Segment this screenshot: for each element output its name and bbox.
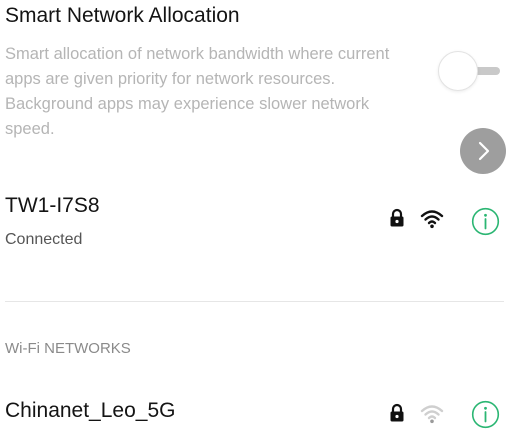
smart-network-toggle[interactable] <box>438 51 504 91</box>
connected-network-status: Connected <box>5 231 83 248</box>
info-icon[interactable] <box>471 400 500 429</box>
toggle-knob <box>438 51 478 91</box>
connected-network-name: TW1-I7S8 <box>5 194 100 217</box>
next-button[interactable] <box>460 128 506 174</box>
smart-network-title: Smart Network Allocation <box>5 4 240 27</box>
lock-icon <box>390 208 404 227</box>
network-name: Chinanet_Leo_5G <box>5 399 176 422</box>
wifi-weak-icon <box>420 405 444 424</box>
wifi-networks-header: Wi-Fi NETWORKS <box>5 340 131 357</box>
chevron-right-icon <box>478 141 490 161</box>
smart-network-description: Smart allocation of network bandwidth wh… <box>5 45 390 138</box>
wifi-full-icon <box>420 210 444 229</box>
section-divider <box>5 301 504 302</box>
info-icon[interactable] <box>471 207 500 236</box>
lock-icon <box>390 403 404 422</box>
